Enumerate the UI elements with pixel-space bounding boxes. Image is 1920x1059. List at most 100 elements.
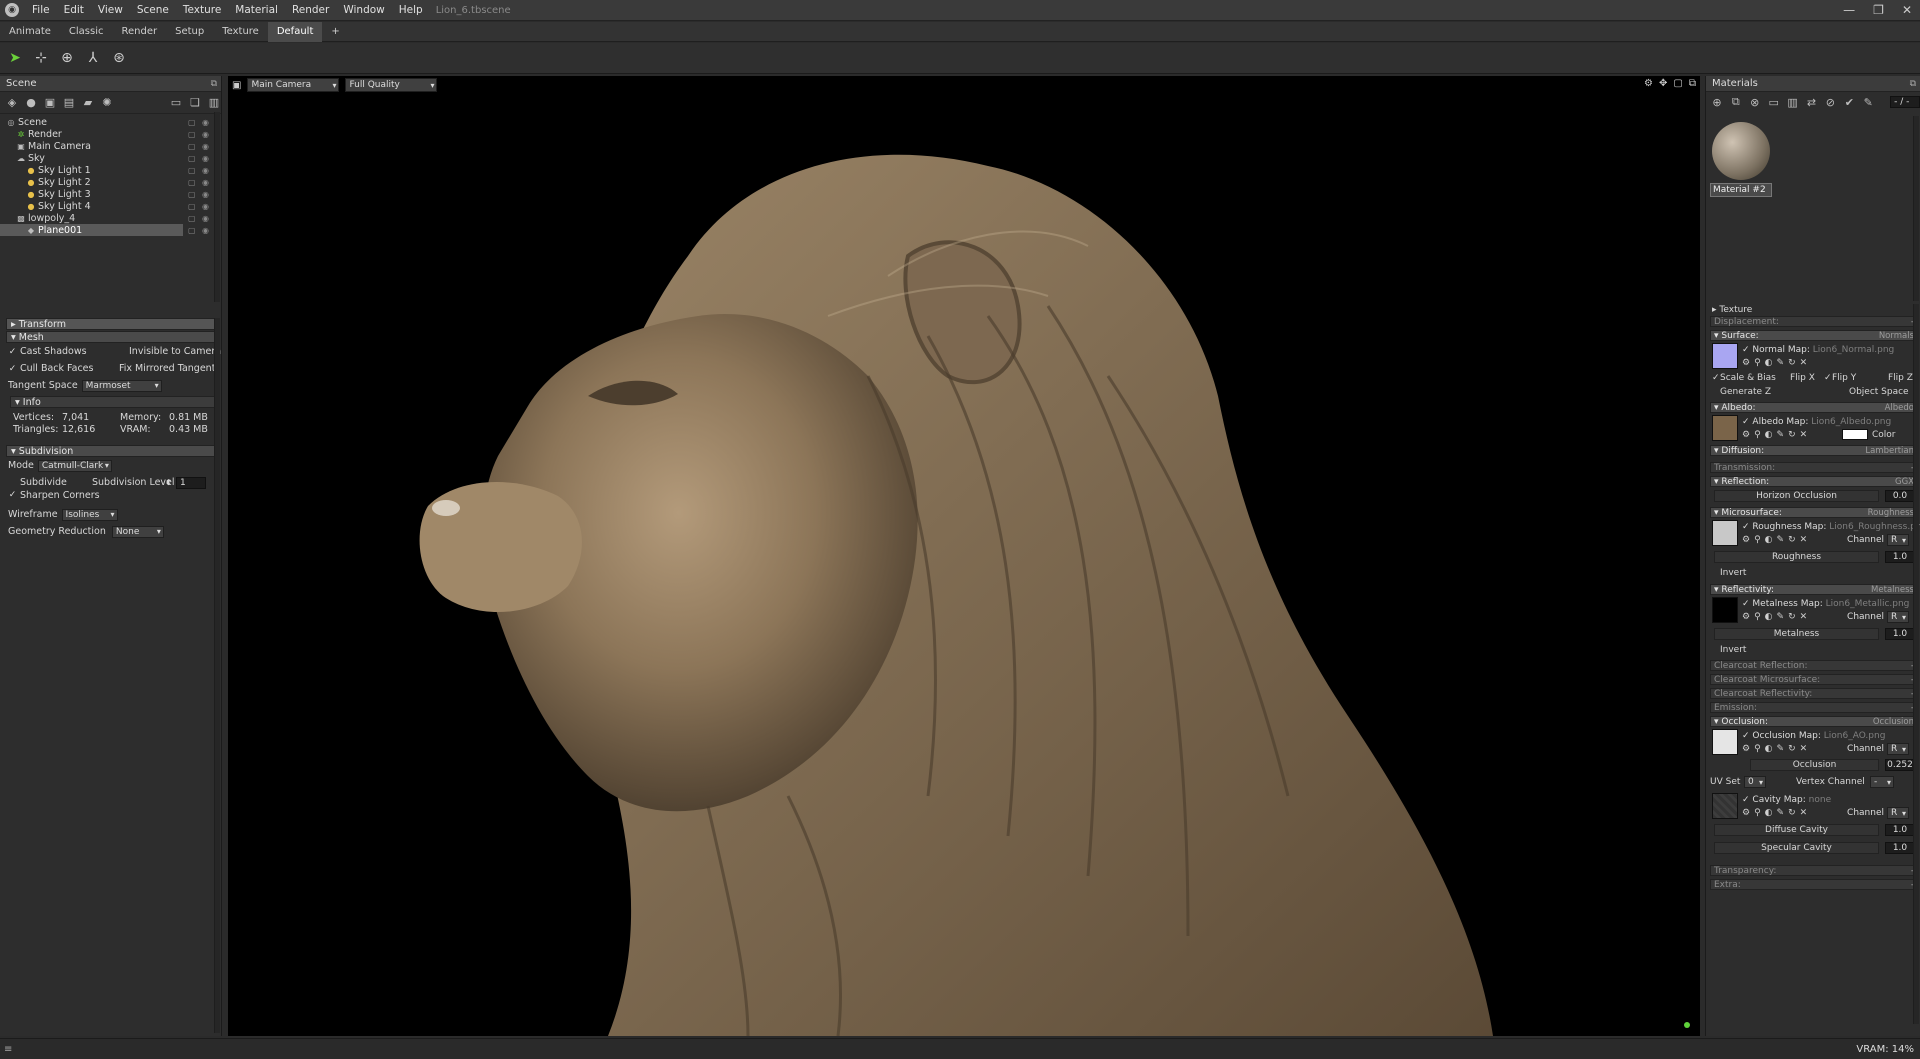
transparency-section[interactable]: Transparency:- xyxy=(1710,865,1917,876)
undock-icon[interactable]: ⧉ xyxy=(1910,79,1916,89)
lock-icon[interactable]: ▢ xyxy=(188,190,196,199)
cavity-channel-dropdown[interactable]: R xyxy=(1887,807,1909,819)
add-camera-icon[interactable]: ▣ xyxy=(43,96,57,110)
menu-render[interactable]: Render xyxy=(285,0,336,21)
stepper-icon[interactable]: ⬍ xyxy=(165,478,172,487)
microsurface-section[interactable]: ▾ Microsurface: Roughness xyxy=(1710,507,1917,518)
generate-z-label[interactable]: Generate Z xyxy=(1720,387,1771,397)
close-button[interactable]: ✕ xyxy=(1902,0,1912,21)
trash-icon[interactable]: ▥ xyxy=(1786,95,1800,109)
lock-icon[interactable]: ▢ xyxy=(188,214,196,223)
open-folder-icon[interactable]: ▭ xyxy=(1767,95,1781,109)
pick-material-icon[interactable]: ✎ xyxy=(1861,95,1875,109)
clearcoat-microsurface-section[interactable]: Clearcoat Microsurface:- xyxy=(1710,674,1917,685)
tree-item[interactable]: ▩ lowpoly_4 ▢ ◉ xyxy=(0,212,221,224)
roughness-invert-label[interactable]: Invert xyxy=(1720,568,1746,578)
texture-row[interactable]: ▸ Texture xyxy=(1706,304,1920,316)
add-group-icon[interactable]: ▤ xyxy=(62,96,76,110)
log-icon[interactable]: ≡ xyxy=(4,1044,12,1055)
assign-material-icon[interactable]: ⇄ xyxy=(1805,95,1819,109)
uv-set-dropdown[interactable]: 0 xyxy=(1744,776,1766,788)
scale-gizmo-icon[interactable]: ⅄ xyxy=(84,49,102,67)
metalness-invert-label[interactable]: Invert xyxy=(1720,645,1746,655)
menu-window[interactable]: Window xyxy=(336,0,391,21)
roughness-slider[interactable]: Roughness xyxy=(1714,551,1879,563)
extra-section[interactable]: Extra:- xyxy=(1710,879,1917,890)
tab-default[interactable]: Default xyxy=(267,21,323,42)
settings-gear-icon[interactable]: ⚙ xyxy=(1644,78,1653,89)
albedo-mode-dropdown[interactable]: Albedo xyxy=(1885,403,1914,413)
visibility-eye-icon[interactable]: ◉ xyxy=(202,214,209,223)
lock-icon[interactable]: ▢ xyxy=(188,166,196,175)
cull-back-faces-checkbox[interactable]: ✓ xyxy=(8,364,17,374)
pen-icon[interactable]: ✎ xyxy=(1777,744,1785,754)
lock-icon[interactable]: ▢ xyxy=(188,154,196,163)
viewport[interactable]: ▣ Main Camera Full Quality ⚙ ✥ ▢ ⧉ xyxy=(228,76,1700,1036)
remove-icon[interactable]: ✕ xyxy=(1800,535,1808,545)
roughness-value[interactable]: 1.0 xyxy=(1885,551,1915,563)
transform-section[interactable]: ▸ Transform xyxy=(6,318,216,330)
reload-icon[interactable]: ↻ xyxy=(1788,535,1796,545)
tab-texture[interactable]: Texture xyxy=(213,22,268,42)
add-turntable-icon[interactable]: ✺ xyxy=(100,96,114,110)
delete-icon[interactable]: ▥ xyxy=(207,96,221,110)
frame-view-icon[interactable]: ▢ xyxy=(1673,78,1682,89)
add-light-icon[interactable]: ● xyxy=(24,96,38,110)
tab-animate[interactable]: Animate xyxy=(0,22,60,42)
menu-edit[interactable]: Edit xyxy=(57,0,91,21)
paint-icon[interactable]: ◐ xyxy=(1765,744,1773,754)
flip-z-label[interactable]: Flip Z xyxy=(1888,373,1913,383)
visibility-eye-icon[interactable]: ◉ xyxy=(202,154,209,163)
menu-scene[interactable]: Scene xyxy=(130,0,176,21)
reload-icon[interactable]: ↻ xyxy=(1788,808,1796,818)
subdiv-level-input[interactable]: 1 xyxy=(176,476,206,489)
microsurface-mode-dropdown[interactable]: Roughness xyxy=(1868,508,1914,518)
tree-item[interactable]: ▣ Main Camera ▢ ◉ xyxy=(0,140,221,152)
remove-icon[interactable]: ✕ xyxy=(1800,612,1808,622)
reflection-section[interactable]: ▾ Reflection: GGX xyxy=(1710,476,1917,487)
material-list-scrollbar[interactable] xyxy=(1913,116,1919,301)
remove-icon[interactable]: ✕ xyxy=(1800,358,1808,368)
tab-setup[interactable]: Setup xyxy=(166,22,213,42)
lock-icon[interactable]: ▢ xyxy=(188,118,196,127)
tree-item[interactable]: ☁ Sky ▢ ◉ xyxy=(0,152,221,164)
zoom-icon[interactable]: ⚲ xyxy=(1754,430,1761,440)
material-library-icon[interactable]: ⊗ xyxy=(1748,95,1762,109)
reflectivity-mode-dropdown[interactable]: Metalness xyxy=(1871,585,1914,595)
reload-icon[interactable]: ↻ xyxy=(1788,358,1796,368)
lock-icon[interactable]: ▢ xyxy=(188,202,196,211)
albedo-section[interactable]: ▾ Albedo: Albedo xyxy=(1710,402,1917,413)
specular-cavity-value[interactable]: 1.0 xyxy=(1885,842,1915,854)
material-thumbnail[interactable]: Material #2 xyxy=(1710,122,1772,197)
vertex-channel-dropdown[interactable]: - xyxy=(1870,776,1894,788)
mode-dropdown[interactable]: Catmull-Clark xyxy=(37,459,112,472)
tree-item[interactable]: ◎ Scene ▢ ◉ xyxy=(0,116,221,128)
add-object-icon[interactable]: ◈ xyxy=(5,96,19,110)
diffuse-cavity-value[interactable]: 1.0 xyxy=(1885,824,1915,836)
visibility-eye-icon[interactable]: ◉ xyxy=(202,202,209,211)
clearcoat-reflectivity-section[interactable]: Clearcoat Reflectivity:- xyxy=(1710,688,1917,699)
sharpen-corners-checkbox[interactable]: ✓ xyxy=(8,490,17,500)
menu-help[interactable]: Help xyxy=(392,0,430,21)
settings-gear-icon[interactable]: ⚙ xyxy=(1742,744,1750,754)
reflection-mode-dropdown[interactable]: GGX xyxy=(1895,477,1914,487)
remove-icon[interactable]: ✕ xyxy=(1800,744,1808,754)
duplicate-icon[interactable]: ❏ xyxy=(188,96,202,110)
settings-gear-icon[interactable]: ⚙ xyxy=(1742,535,1750,545)
minimize-button[interactable]: — xyxy=(1843,0,1855,21)
visibility-eye-icon[interactable]: ◉ xyxy=(202,178,209,187)
surface-section[interactable]: ▾ Surface: Normals xyxy=(1710,330,1917,341)
metalness-channel-dropdown[interactable]: R xyxy=(1887,611,1909,623)
reload-icon[interactable]: ↻ xyxy=(1788,612,1796,622)
remove-icon[interactable]: ✕ xyxy=(1800,430,1808,440)
albedo-color-swatch[interactable] xyxy=(1842,429,1868,440)
diffusion-section[interactable]: ▾ Diffusion: Lambertian xyxy=(1710,445,1917,456)
tab-classic[interactable]: Classic xyxy=(60,22,113,42)
normal-map-thumbnail[interactable] xyxy=(1712,343,1738,369)
visibility-eye-icon[interactable]: ◉ xyxy=(202,226,209,235)
subdivide-checkbox[interactable] xyxy=(8,478,17,487)
cavity-map-thumbnail[interactable] xyxy=(1712,793,1738,819)
reload-icon[interactable]: ↻ xyxy=(1788,744,1796,754)
roughness-channel-dropdown[interactable]: R xyxy=(1887,534,1909,546)
metalness-value[interactable]: 1.0 xyxy=(1885,628,1915,640)
